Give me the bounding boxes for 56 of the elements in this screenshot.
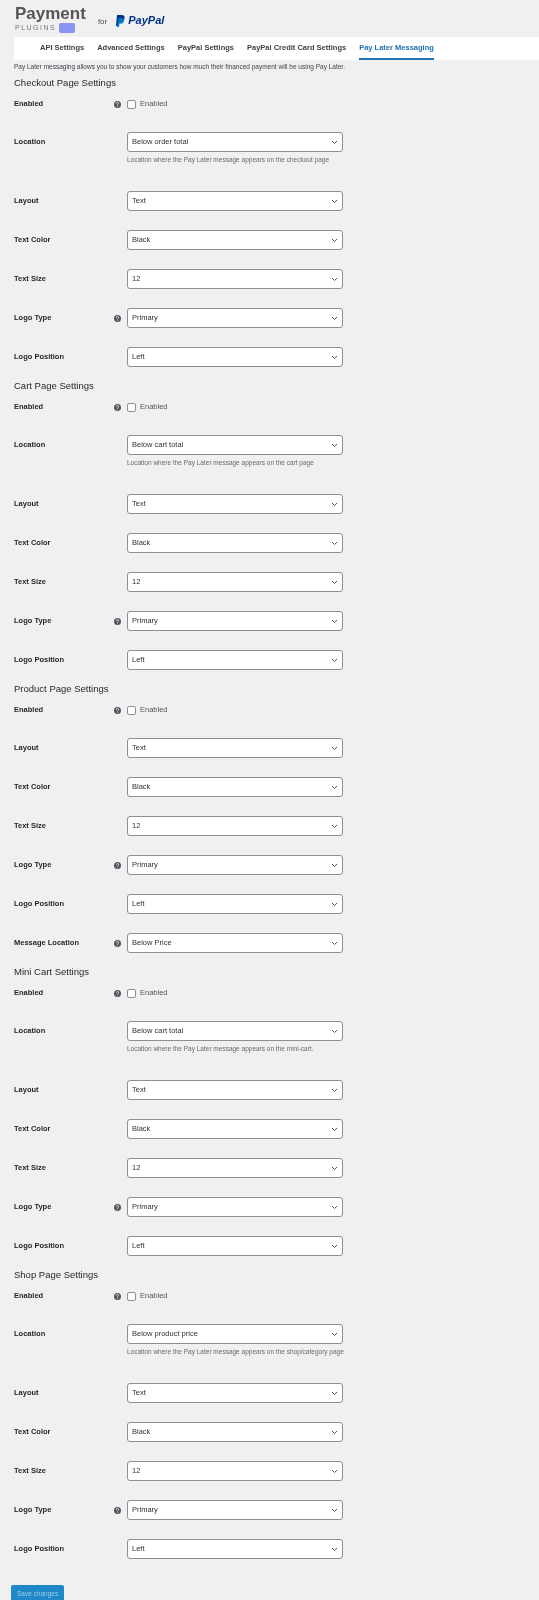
help-icon[interactable] [114, 1292, 121, 1300]
chevron-down-icon [331, 1546, 338, 1552]
chevron-down-icon [331, 1087, 338, 1093]
help-icon[interactable] [114, 100, 121, 108]
help-icon[interactable] [114, 989, 121, 997]
chevron-down-icon [331, 1028, 338, 1034]
chevron-down-icon [331, 1390, 338, 1396]
chevron-down-icon [331, 1165, 338, 1171]
chevron-down-icon [331, 315, 338, 321]
chevron-down-icon [331, 198, 338, 204]
help-icon[interactable] [114, 706, 121, 714]
chevron-down-icon [331, 862, 338, 868]
chevron-down-icon [331, 940, 338, 946]
section-title: Checkout Page Settings [13, 75, 117, 90]
brand-name: Payment [15, 4, 86, 23]
paypal-logo-icon [115, 14, 126, 27]
chevron-down-icon [331, 1429, 338, 1435]
chevron-down-icon [331, 276, 338, 282]
chevron-down-icon [331, 1507, 338, 1513]
card-icon [59, 22, 76, 33]
chevron-down-icon [331, 237, 338, 243]
chevron-down-icon [331, 901, 338, 907]
chevron-down-icon [331, 579, 338, 585]
checkbox[interactable] [127, 988, 136, 998]
checkbox[interactable] [127, 1291, 136, 1301]
chevron-down-icon [331, 139, 338, 145]
chevron-down-icon [331, 823, 338, 829]
checkbox[interactable] [127, 705, 136, 715]
help-icon[interactable] [114, 1203, 121, 1211]
chevron-down-icon [331, 354, 338, 360]
chevron-down-icon [331, 540, 338, 546]
for-text: for [97, 15, 108, 28]
checkbox[interactable] [127, 99, 136, 109]
help-icon[interactable] [114, 939, 121, 947]
help-icon[interactable] [114, 1506, 121, 1514]
help-icon[interactable] [114, 617, 121, 625]
section-title: Product Page Settings [13, 681, 110, 696]
chevron-down-icon [331, 1243, 338, 1249]
help-icon[interactable] [114, 861, 121, 869]
checkbox[interactable] [127, 402, 136, 412]
chevron-down-icon [331, 1126, 338, 1132]
chevron-down-icon [331, 1204, 338, 1210]
chevron-down-icon [331, 745, 338, 751]
paypal-wordmark: PayPal [128, 13, 165, 29]
section-title: Cart Page Settings [13, 378, 95, 393]
chevron-down-icon [331, 1331, 338, 1337]
section-title: Mini Cart Settings [13, 964, 90, 979]
chevron-down-icon [331, 1468, 338, 1474]
section-title: Shop Page Settings [13, 1267, 99, 1282]
help-icon[interactable] [114, 403, 121, 411]
chevron-down-icon [331, 784, 338, 790]
help-icon[interactable] [114, 314, 121, 322]
chevron-down-icon [331, 618, 338, 624]
chevron-down-icon [331, 442, 338, 448]
chevron-down-icon [331, 501, 338, 507]
chevron-down-icon [331, 657, 338, 663]
